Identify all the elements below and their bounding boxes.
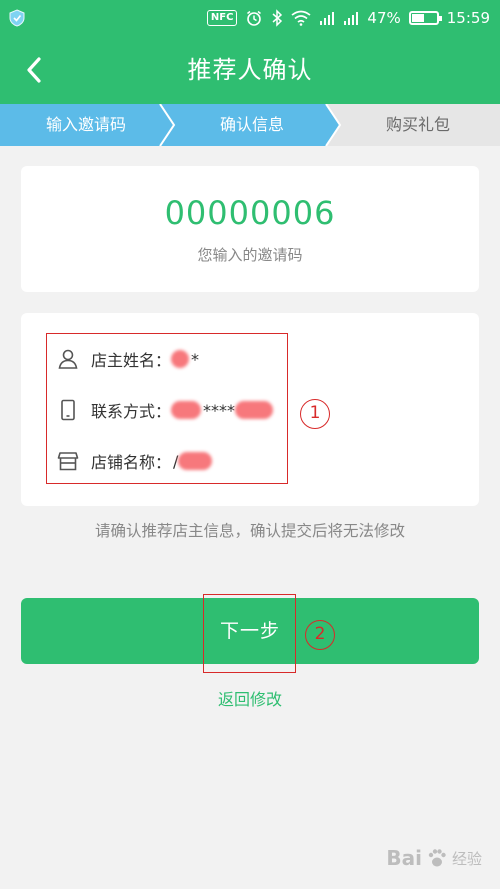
signal-icon-2 [344,12,359,25]
clock: 15:59 [446,9,490,27]
app-header: 推荐人确认 [0,36,500,104]
baidu-watermark: Bai 经验 [386,838,482,878]
battery-percent: 47% [367,9,401,27]
page-title: 推荐人确认 [187,56,313,84]
annotation-marker-1: 1 [300,399,330,429]
step-2: 确认信息 [219,115,284,134]
step-1: 输入邀请码 [45,115,126,134]
annotation-box-2 [203,594,296,673]
invite-code-card: 00000006 您输入的邀请码 [21,166,479,292]
invite-code-value: 00000006 [164,194,336,232]
shield-icon [9,9,25,27]
alarm-icon [247,10,262,26]
back-to-edit-link[interactable]: 返回修改 [0,686,500,710]
paw-icon [428,849,446,867]
bluetooth-icon [272,9,283,27]
invite-code-caption: 您输入的邀请码 [197,246,303,264]
watermark-brand: Bai [386,846,422,870]
wifi-icon [291,10,311,26]
step-3: 购买礼包 [385,115,450,134]
status-bar: NFC 47% 15:59 [0,0,500,36]
battery-icon [408,11,442,25]
watermark-suffix: 经验 [451,849,482,868]
annotation-box-1 [46,333,288,484]
signal-icon [320,12,335,25]
annotation-marker-2: 2 [305,620,335,650]
confirm-notice: 请确认推荐店主信息，确认提交后将无法修改 [94,522,405,540]
step-progress: 输入邀请码 确认信息 购买礼包 [0,104,500,146]
nfc-indicator: NFC [206,10,238,26]
